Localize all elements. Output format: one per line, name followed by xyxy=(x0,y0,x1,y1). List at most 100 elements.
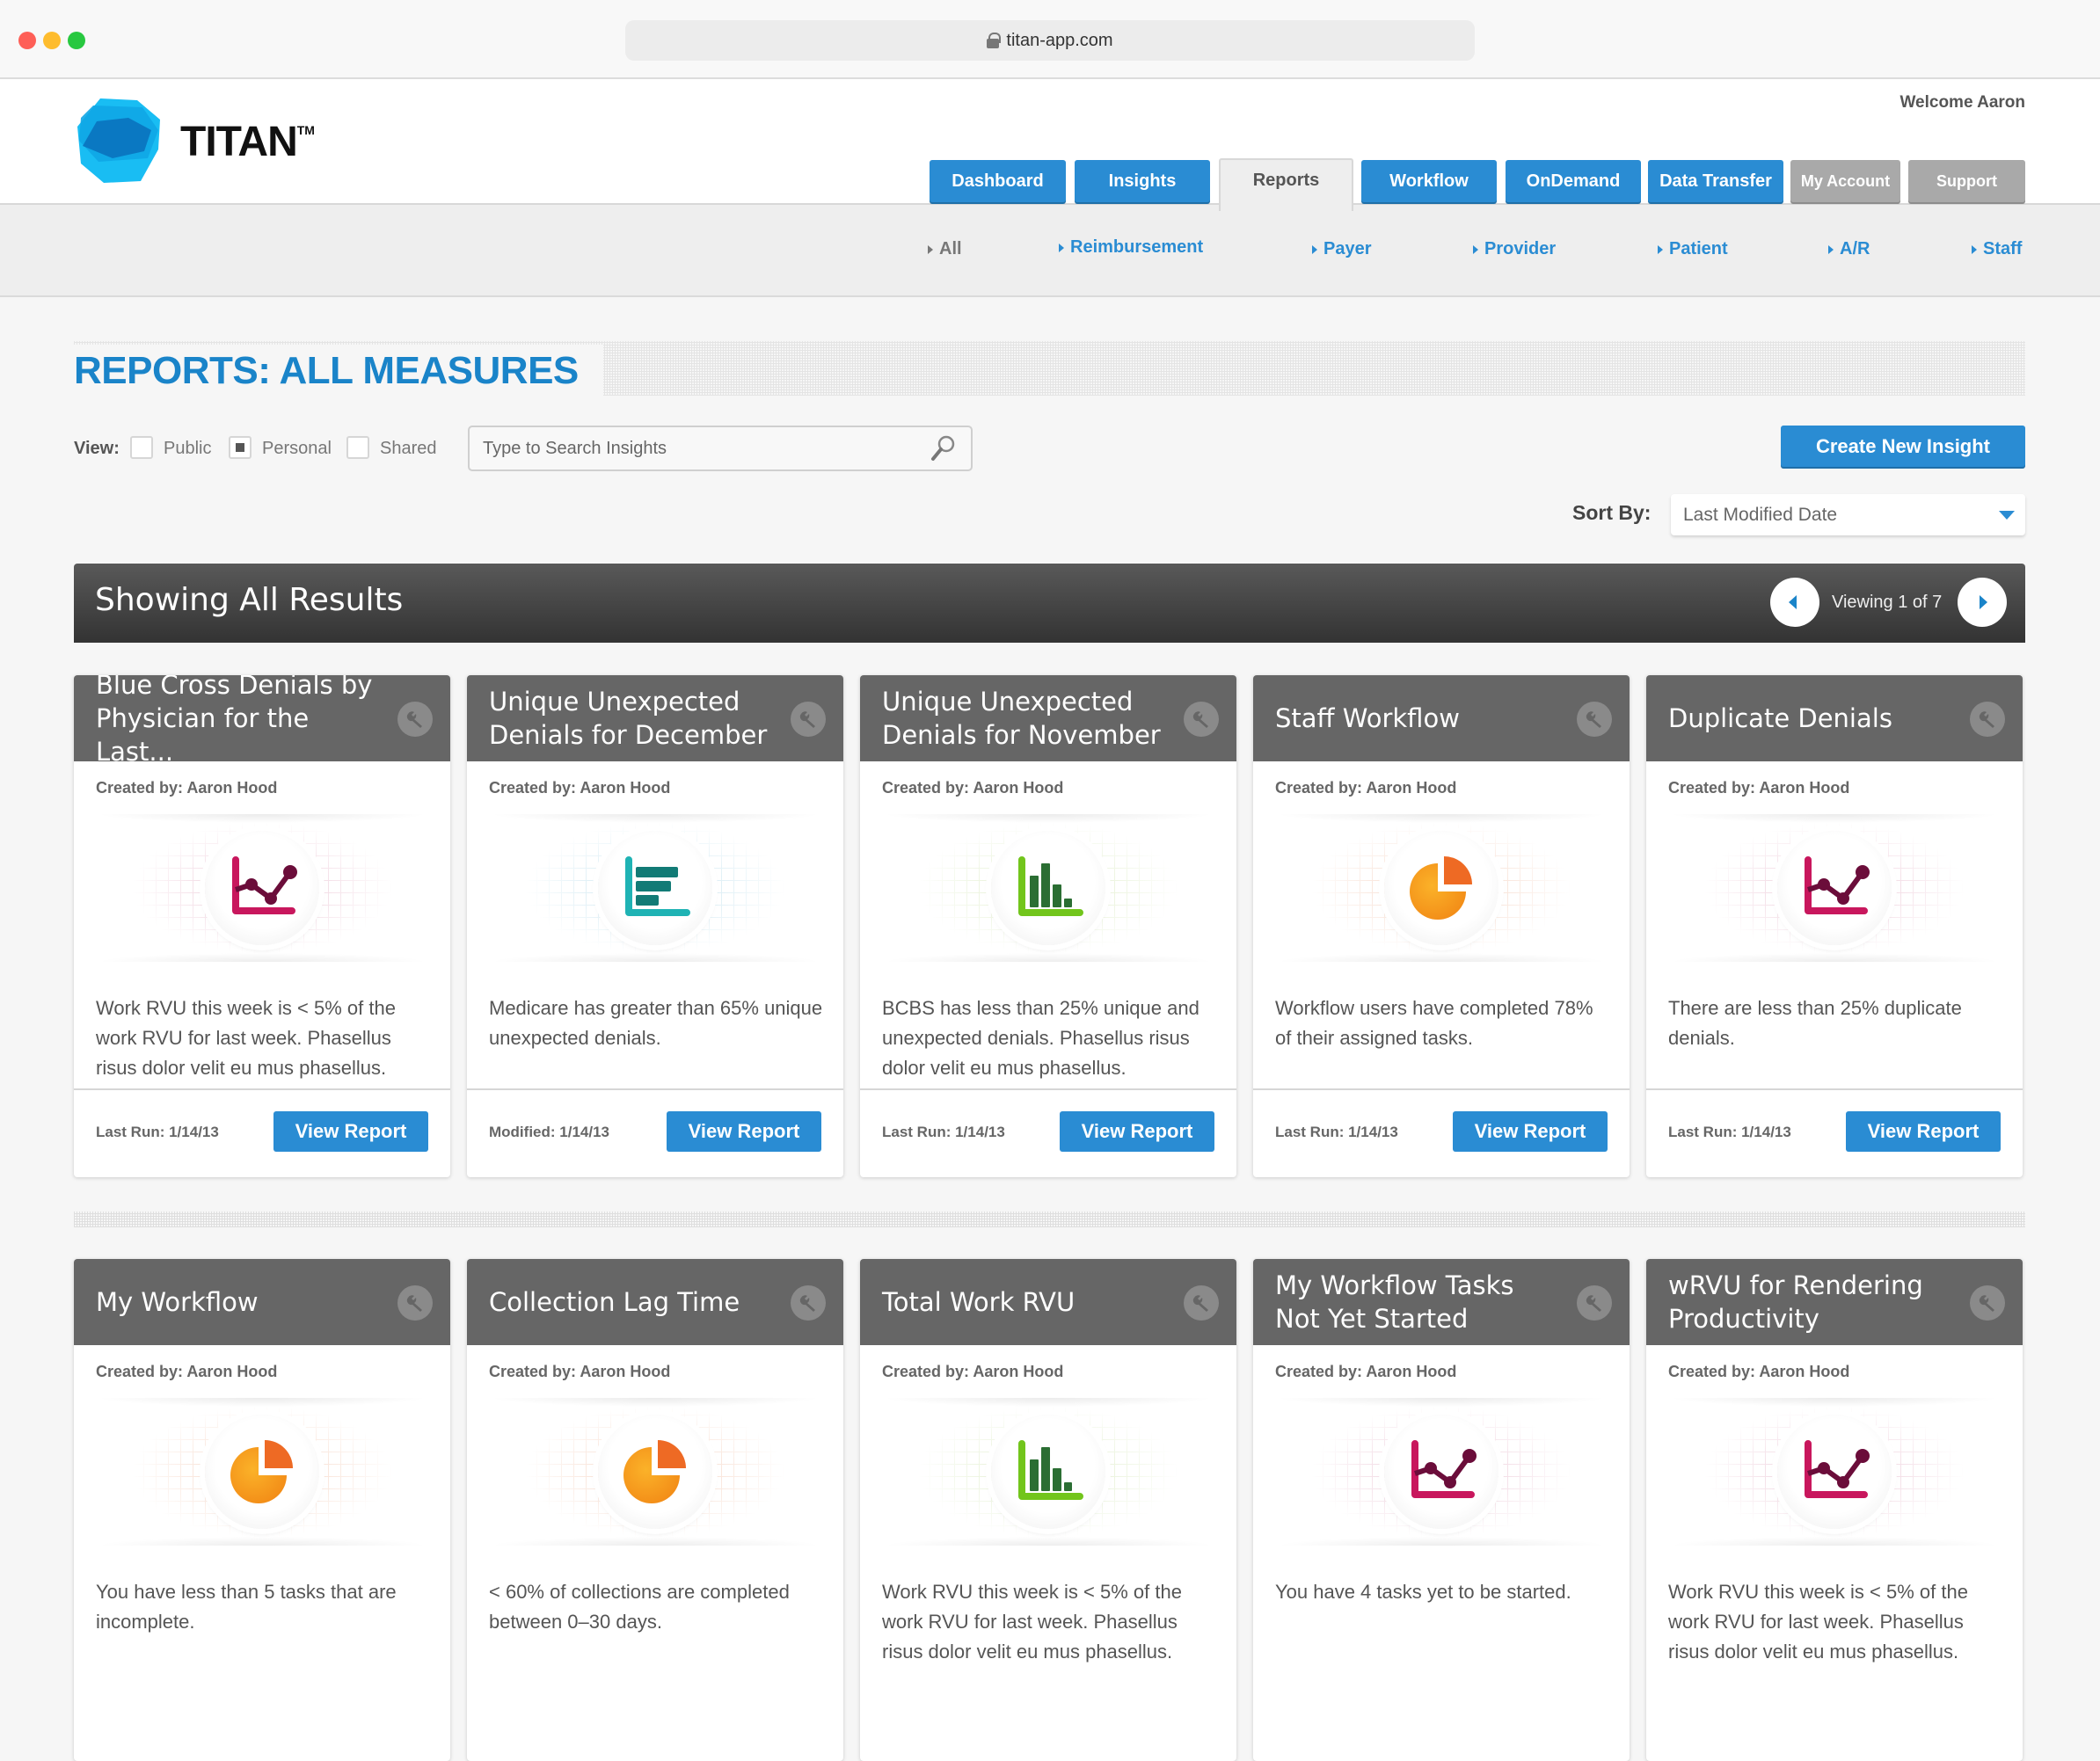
report-card-unique-unexpected-denials-for-november: Unique Unexpected Denials for November C… xyxy=(860,675,1236,1177)
nav-insights[interactable]: Insights xyxy=(1075,160,1210,202)
chart-badge xyxy=(991,831,1105,945)
card-title[interactable]: wRVU for Rendering Productivity xyxy=(1668,1259,1958,1345)
view-report-button[interactable]: View Report xyxy=(667,1111,821,1152)
wrench-settings-button[interactable] xyxy=(397,702,433,737)
created-by: Created by: Aaron Hood xyxy=(882,779,1064,797)
view-report-button[interactable]: View Report xyxy=(1846,1111,2001,1152)
card-title[interactable]: Unique Unexpected Denials for December xyxy=(489,675,779,761)
wrench-settings-button[interactable] xyxy=(791,702,826,737)
row-divider xyxy=(74,1212,2025,1227)
create-new-insight-button[interactable]: Create New Insight xyxy=(1781,426,2025,467)
view-report-button[interactable]: View Report xyxy=(1453,1111,1608,1152)
caret-right-icon xyxy=(1059,243,1064,252)
card-footer: Last Run: 1/14/13 View Report xyxy=(1646,1088,2023,1177)
nav-reports[interactable]: Reports xyxy=(1219,158,1353,211)
wrench-settings-button[interactable] xyxy=(1970,1285,2005,1321)
chart-preview xyxy=(96,814,428,962)
chart-badge xyxy=(598,831,712,945)
sub-navigation xyxy=(0,205,2100,297)
personal-checkbox[interactable] xyxy=(229,436,252,459)
wrench-settings-button[interactable] xyxy=(1577,702,1612,737)
maximize-window-button[interactable] xyxy=(68,32,85,49)
personal-label: Personal xyxy=(262,439,332,458)
wrench-settings-button[interactable] xyxy=(791,1285,826,1321)
wrench-settings-button[interactable] xyxy=(1970,702,2005,737)
close-window-button[interactable] xyxy=(18,32,36,49)
subnav-patient-label: Patient xyxy=(1669,239,1728,258)
search-box[interactable] xyxy=(468,426,973,471)
wrench-settings-button[interactable] xyxy=(397,1285,433,1321)
view-report-button[interactable]: View Report xyxy=(1060,1111,1214,1152)
page-indicator: Viewing 1 of 7 xyxy=(1832,593,1943,612)
view-report-button[interactable]: View Report xyxy=(273,1111,428,1152)
search-icon[interactable] xyxy=(928,433,958,463)
card-title[interactable]: Unique Unexpected Denials for November xyxy=(882,675,1172,761)
card-date: Last Run: 1/14/13 xyxy=(96,1124,219,1140)
welcome-message: Welcome Aaron xyxy=(1899,93,2025,112)
sort-by-select[interactable]: Last Modified Date xyxy=(1671,494,2025,535)
wrench-icon xyxy=(1979,1295,1994,1312)
sort-by-value: Last Modified Date xyxy=(1683,504,1838,525)
nav-support[interactable]: Support xyxy=(1908,160,2025,202)
wrench-icon xyxy=(1192,711,1208,728)
search-input[interactable] xyxy=(483,438,928,459)
card-header: Duplicate Denials xyxy=(1646,675,2023,761)
address-bar[interactable]: titan-app.com xyxy=(625,20,1475,61)
nav-ondemand[interactable]: OnDemand xyxy=(1506,160,1641,202)
chart-badge xyxy=(1777,831,1892,945)
trademark: TM xyxy=(296,123,315,137)
wrench-settings-button[interactable] xyxy=(1577,1285,1612,1321)
card-title[interactable]: Staff Workflow xyxy=(1275,675,1565,761)
subnav-ar[interactable]: A/R xyxy=(1828,239,1870,259)
card-title[interactable]: Blue Cross Denials by Physician for the … xyxy=(96,675,386,767)
previous-page-button[interactable] xyxy=(1770,578,1819,627)
card-title[interactable]: Duplicate Denials xyxy=(1668,675,1958,761)
card-title[interactable]: My Workflow xyxy=(96,1259,386,1345)
subnav-all[interactable]: All xyxy=(928,239,962,259)
shared-checkbox[interactable] xyxy=(346,436,369,459)
report-card-unique-unexpected-denials-for-december: Unique Unexpected Denials for December C… xyxy=(467,675,843,1177)
wrench-icon xyxy=(799,711,815,728)
minimize-window-button[interactable] xyxy=(43,32,61,49)
nav-dashboard[interactable]: Dashboard xyxy=(930,160,1066,202)
card-description: You have 4 tasks yet to be started. xyxy=(1275,1581,1571,1603)
report-card-wrvu-for-rendering-productivity: wRVU for Rendering Productivity Created … xyxy=(1646,1259,2023,1761)
card-header: Total Work RVU xyxy=(860,1259,1236,1345)
nav-workflow[interactable]: Workflow xyxy=(1361,160,1497,202)
card-title[interactable]: Total Work RVU xyxy=(882,1259,1172,1345)
card-header: Staff Workflow xyxy=(1253,675,1630,761)
chevron-down-icon xyxy=(1999,511,2015,520)
view-label: View: xyxy=(74,439,120,458)
caret-right-icon xyxy=(1473,244,1478,254)
wrench-settings-button[interactable] xyxy=(1184,702,1219,737)
subnav-provider[interactable]: Provider xyxy=(1473,239,1556,259)
card-header: Blue Cross Denials by Physician for the … xyxy=(74,675,450,767)
next-page-button[interactable] xyxy=(1958,578,2007,627)
created-by: Created by: Aaron Hood xyxy=(1275,779,1457,797)
card-header: My Workflow xyxy=(74,1259,450,1345)
sort-by-label: Sort By: xyxy=(1572,501,1652,524)
card-header: Unique Unexpected Denials for November xyxy=(860,675,1236,761)
chart-preview xyxy=(1668,1398,2001,1546)
public-checkbox[interactable] xyxy=(130,436,153,459)
subnav-payer[interactable]: Payer xyxy=(1312,239,1372,259)
chevron-left-icon xyxy=(1789,595,1797,609)
subnav-staff[interactable]: Staff xyxy=(1972,239,2022,259)
created-by: Created by: Aaron Hood xyxy=(1668,1363,1850,1380)
nav-my-account[interactable]: My Account xyxy=(1790,160,1900,202)
report-card-blue-cross-denials-by-physician-for-the-last: Blue Cross Denials by Physician for the … xyxy=(74,675,450,1177)
card-title[interactable]: Collection Lag Time xyxy=(489,1259,779,1345)
card-title[interactable]: My Workflow Tasks Not Yet Started xyxy=(1275,1259,1565,1345)
caret-right-icon xyxy=(928,244,933,254)
card-description: < 60% of collections are completed betwe… xyxy=(489,1581,790,1633)
titan-logo-icon[interactable] xyxy=(74,95,165,186)
wrench-settings-button[interactable] xyxy=(1184,1285,1219,1321)
results-title: Showing All Results xyxy=(95,582,404,618)
report-card-duplicate-denials: Duplicate Denials Created by: Aaron Hood… xyxy=(1646,675,2023,1177)
wrench-icon xyxy=(1586,711,1601,728)
subnav-patient[interactable]: Patient xyxy=(1658,239,1728,259)
subnav-reimbursement[interactable]: Reimbursement xyxy=(1059,237,1203,258)
card-header: My Workflow Tasks Not Yet Started xyxy=(1253,1259,1630,1345)
wrench-icon xyxy=(1192,1295,1208,1312)
nav-data-transfer[interactable]: Data Transfer xyxy=(1648,160,1783,202)
